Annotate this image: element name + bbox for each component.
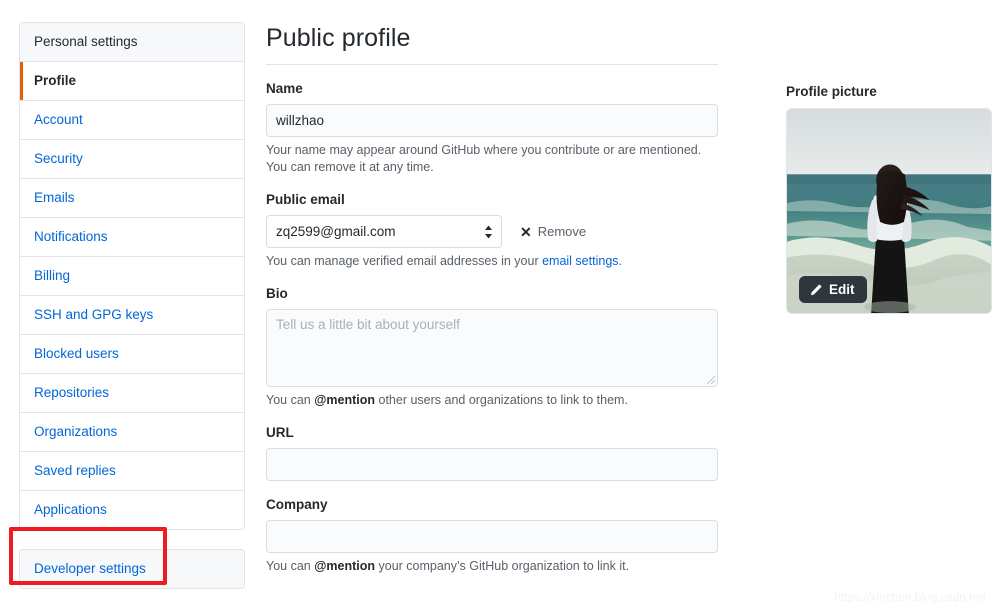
public-email-label: Public email: [266, 191, 718, 209]
help-text-suffix: other users and organizations to link to…: [375, 393, 628, 407]
watermark: https://xinchen.blog.csdn.net: [834, 592, 986, 604]
company-input[interactable]: [266, 520, 718, 553]
name-input[interactable]: [266, 104, 718, 137]
sidebar-item-label: Emails: [34, 190, 75, 205]
sidebar-item-billing[interactable]: Billing: [20, 257, 244, 296]
public-email-select-wrap: zq2599@gmail.com: [266, 215, 502, 248]
help-text-suffix: your company’s GitHub organization to li…: [375, 559, 629, 573]
sidebar-item-saved-replies[interactable]: Saved replies: [20, 452, 244, 491]
pencil-icon: [809, 283, 823, 297]
company-field-group: Company You can @mention your company’s …: [266, 496, 718, 575]
sidebar-item-profile[interactable]: Profile: [20, 62, 244, 101]
sidebar-item-label: Notifications: [34, 229, 108, 244]
sidebar-item-label: Blocked users: [34, 346, 119, 361]
public-email-field-group: Public email zq2599@gmail.com ✕ Remove: [266, 191, 718, 270]
sidebar-item-label: Billing: [34, 268, 70, 283]
page-title: Public profile: [266, 22, 718, 65]
remove-email-label: Remove: [538, 224, 586, 239]
settings-page: Personal settings Profile Account Securi…: [0, 0, 1000, 616]
remove-email-button[interactable]: ✕ Remove: [520, 224, 586, 239]
bio-help-text: You can @mention other users and organiz…: [266, 392, 718, 409]
company-label: Company: [266, 496, 718, 514]
profile-picture-label: Profile picture: [786, 83, 992, 101]
sidebar-item-label: Applications: [34, 502, 107, 517]
sidebar-item-label: Profile: [34, 73, 76, 88]
profile-picture-panel: Profile picture: [786, 83, 992, 314]
edit-avatar-button[interactable]: Edit: [799, 276, 867, 303]
sidebar-header: Personal settings: [20, 23, 244, 62]
close-icon: ✕: [520, 225, 532, 239]
sidebar-item-notifications[interactable]: Notifications: [20, 218, 244, 257]
mention-token: @mention: [314, 559, 375, 573]
sidebar-item-applications[interactable]: Applications: [20, 491, 244, 529]
sidebar-item-label: SSH and GPG keys: [34, 307, 153, 322]
url-label: URL: [266, 424, 718, 442]
help-text-prefix: You can manage verified email addresses …: [266, 254, 542, 268]
sidebar-item-label: Repositories: [34, 385, 109, 400]
help-text-suffix: .: [619, 254, 622, 268]
help-text-prefix: You can: [266, 559, 314, 573]
name-help-text: Your name may appear around GitHub where…: [266, 142, 718, 176]
sidebar-item-label: Saved replies: [34, 463, 116, 478]
sidebar-item-label: Developer settings: [34, 561, 146, 576]
email-settings-link[interactable]: email settings: [542, 254, 618, 268]
sidebar-item-label: Account: [34, 112, 83, 127]
name-field-group: Name Your name may appear around GitHub …: [266, 80, 718, 176]
name-label: Name: [266, 80, 718, 98]
sidebar-item-ssh-and-gpg-keys[interactable]: SSH and GPG keys: [20, 296, 244, 335]
sidebar-item-emails[interactable]: Emails: [20, 179, 244, 218]
url-field-group: URL: [266, 424, 718, 481]
public-email-select[interactable]: zq2599@gmail.com: [266, 215, 502, 248]
sidebar-item-account[interactable]: Account: [20, 101, 244, 140]
public-email-help-text: You can manage verified email addresses …: [266, 253, 718, 270]
public-profile-form: Public profile Name Your name may appear…: [266, 22, 718, 575]
url-input[interactable]: [266, 448, 718, 481]
mention-token: @mention: [314, 393, 375, 407]
sidebar-item-organizations[interactable]: Organizations: [20, 413, 244, 452]
bio-textarea[interactable]: [266, 309, 718, 387]
sidebar-item-label: Organizations: [34, 424, 117, 439]
sidebar-item-repositories[interactable]: Repositories: [20, 374, 244, 413]
settings-sidebar: Personal settings Profile Account Securi…: [19, 22, 245, 589]
bio-textarea-wrap: [266, 309, 718, 387]
sidebar-item-blocked-users[interactable]: Blocked users: [20, 335, 244, 374]
edit-avatar-label: Edit: [829, 282, 855, 297]
public-email-row: zq2599@gmail.com ✕ Remove: [266, 215, 718, 248]
help-text-prefix: You can: [266, 393, 314, 407]
avatar[interactable]: Edit: [786, 108, 992, 314]
sidebar-item-label: Security: [34, 151, 83, 166]
sidebar-item-security[interactable]: Security: [20, 140, 244, 179]
personal-settings-nav: Personal settings Profile Account Securi…: [19, 22, 245, 530]
developer-settings-nav: Developer settings: [19, 549, 245, 589]
sidebar-item-developer-settings[interactable]: Developer settings: [20, 550, 244, 588]
bio-field-group: Bio You can @mention other users and org…: [266, 285, 718, 409]
company-help-text: You can @mention your company’s GitHub o…: [266, 558, 718, 575]
bio-label: Bio: [266, 285, 718, 303]
